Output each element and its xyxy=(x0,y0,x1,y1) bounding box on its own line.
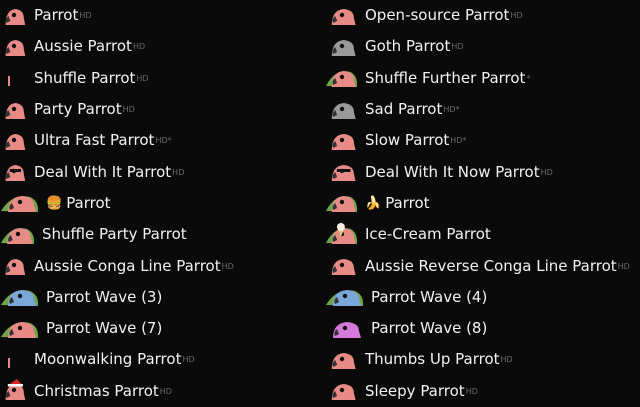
parrot-list-item[interactable]: Slow Parrot HD* xyxy=(325,125,640,156)
parrot-name: Party Parrot xyxy=(34,100,122,119)
parrot-name: Parrot xyxy=(385,193,430,212)
parrot-list-item[interactable]: Shuffle Party Parrot xyxy=(0,219,320,250)
deal-with-it-now-parrot-icon xyxy=(325,160,359,184)
parrot-list-item[interactable]: Aussie Reverse Conga Line Parrot HD xyxy=(325,250,640,281)
quality-tag: HD xyxy=(136,73,149,83)
shuffle-party-parrot-icon xyxy=(0,223,36,247)
shuffle-parrot-icon xyxy=(0,66,28,90)
quality-tag: HD xyxy=(540,167,553,177)
parrot-list-item[interactable]: Deal With It Now Parrot HD xyxy=(325,156,640,187)
sad-parrot-icon xyxy=(325,98,359,122)
parrot-list-left: Parrot HD Aussie Parrot HD Shuffle Parrot HD P… xyxy=(0,0,320,407)
deal-with-it-parrot-icon xyxy=(0,160,28,184)
parrot-list-item[interactable]: Shuffle Parrot HD xyxy=(0,63,320,94)
quality-tag: HD xyxy=(172,167,185,177)
parrot-list-item[interactable]: Moonwalking Parrot HD xyxy=(0,344,320,375)
quality-tag: HD xyxy=(79,11,92,21)
quality-tag: * xyxy=(526,73,531,83)
parrot-list-item[interactable]: 🍌 Parrot xyxy=(325,188,640,219)
quality-tag: HD xyxy=(221,261,234,271)
parrot-name: Christmas Parrot xyxy=(34,381,159,400)
aussie-parrot-icon xyxy=(0,35,28,59)
moonwalking-parrot-icon xyxy=(0,348,28,372)
parrot-list-item[interactable]: Parrot Wave (4) xyxy=(325,282,640,313)
quality-tag: HD* xyxy=(450,136,467,146)
parrot-name: Sad Parrot xyxy=(365,100,443,119)
aussie-conga-line-parrot-icon xyxy=(0,254,28,278)
quality-tag: HD xyxy=(182,355,195,365)
parrot-wave-4-icon xyxy=(325,285,365,309)
quality-tag: HD xyxy=(122,105,135,115)
parrot-list-item[interactable]: Thumbs Up Parrot HD xyxy=(325,344,640,375)
parrot-name: Moonwalking Parrot xyxy=(34,350,182,369)
parrot-name: Aussie Reverse Conga Line Parrot xyxy=(365,256,617,275)
parrot-list-right: Open-source Parrot HD Goth Parrot HD Shuffle… xyxy=(325,0,640,407)
parrot-list-item[interactable]: Party Parrot HD xyxy=(0,94,320,125)
open-source-parrot-icon xyxy=(325,4,359,28)
parrot-name: Deal With It Now Parrot xyxy=(365,162,540,181)
parrot-name: Parrot Wave (4) xyxy=(371,287,488,306)
quality-tag: HD* xyxy=(443,105,460,115)
party-parrot-icon xyxy=(0,98,28,122)
slow-parrot-icon xyxy=(325,129,359,153)
parrot-name: Shuffle Parrot xyxy=(34,68,136,87)
parrot-name: Aussie Conga Line Parrot xyxy=(34,256,221,275)
parrot-name: Shuffle Further Parrot xyxy=(365,68,526,87)
burger-parrot-icon xyxy=(0,191,40,215)
parrot-list-item[interactable]: Aussie Parrot HD xyxy=(0,31,320,62)
parrot-name: Ultra Fast Parrot xyxy=(34,131,155,150)
parrot-name: Parrot xyxy=(34,6,79,25)
parrot-list-item[interactable]: Parrot Wave (8) xyxy=(325,313,640,344)
parrot-name: Aussie Parrot xyxy=(34,37,132,56)
parrot-name: Thumbs Up Parrot xyxy=(365,350,500,369)
parrot-name: Ice-Cream Parrot xyxy=(365,225,491,244)
quality-tag: HD xyxy=(510,11,523,21)
quality-tag: HD xyxy=(451,42,464,52)
parrot-list-item[interactable]: Sleepy Parrot HD xyxy=(325,376,640,407)
parrot-name: Parrot xyxy=(66,193,111,212)
parrot-list-item[interactable]: Parrot Wave (3) xyxy=(0,282,320,313)
parrot-wave-3-icon xyxy=(0,285,40,309)
parrot-name: Sleepy Parrot xyxy=(365,381,465,400)
quality-tag: HD xyxy=(132,42,146,52)
parrot-list-item[interactable]: Aussie Conga Line Parrot HD xyxy=(0,250,320,281)
parrot-name: Parrot Wave (8) xyxy=(371,319,488,338)
parrot-name: Parrot Wave (7) xyxy=(46,319,163,338)
parrot-icon xyxy=(0,4,28,28)
quality-tag: HD xyxy=(617,261,630,271)
quality-tag: HD* xyxy=(155,136,172,146)
parrot-name: Shuffle Party Parrot xyxy=(42,225,187,244)
parrot-wave-7-icon xyxy=(0,317,40,341)
banana-parrot-icon xyxy=(325,191,359,215)
parrot-list-item[interactable]: Parrot HD xyxy=(0,0,320,31)
parrot-list-item[interactable]: 🍔 Parrot xyxy=(0,188,320,219)
thumbs-up-parrot-icon xyxy=(325,348,359,372)
parrot-list-item[interactable]: Ice-Cream Parrot xyxy=(325,219,640,250)
quality-tag: HD xyxy=(465,386,478,396)
parrot-list-item[interactable]: Ultra Fast Parrot HD* xyxy=(0,125,320,156)
ultra-fast-parrot-icon xyxy=(0,129,28,153)
goth-parrot-icon xyxy=(325,35,359,59)
parrot-list-item[interactable]: Goth Parrot HD xyxy=(325,31,640,62)
shuffle-further-parrot-icon xyxy=(325,66,359,90)
aussie-reverse-conga-line-parrot-icon xyxy=(325,254,359,278)
emoji-prefix: 🍌 xyxy=(365,195,382,211)
quality-tag: HD xyxy=(159,386,172,396)
parrot-name: Deal With It Parrot xyxy=(34,162,172,181)
ice-cream-parrot-icon xyxy=(325,222,359,247)
parrot-wave-8-icon xyxy=(325,317,365,341)
parrot-list-item[interactable]: Shuffle Further Parrot * xyxy=(325,63,640,94)
parrot-name: Goth Parrot xyxy=(365,37,451,56)
parrot-list-item[interactable]: Parrot Wave (7) xyxy=(0,313,320,344)
parrot-name: Open-source Parrot xyxy=(365,6,510,25)
parrot-list-item[interactable]: Deal With It Parrot HD xyxy=(0,156,320,187)
parrot-name: Parrot Wave (3) xyxy=(46,287,163,306)
parrot-list-item[interactable]: Sad Parrot HD* xyxy=(325,94,640,125)
quality-tag: HD xyxy=(500,355,513,365)
parrot-list-item[interactable]: Open-source Parrot HD xyxy=(325,0,640,31)
parrot-name: Slow Parrot xyxy=(365,131,450,150)
parrot-list-item[interactable]: Christmas Parrot HD xyxy=(0,376,320,407)
emoji-prefix: 🍔 xyxy=(46,195,63,211)
